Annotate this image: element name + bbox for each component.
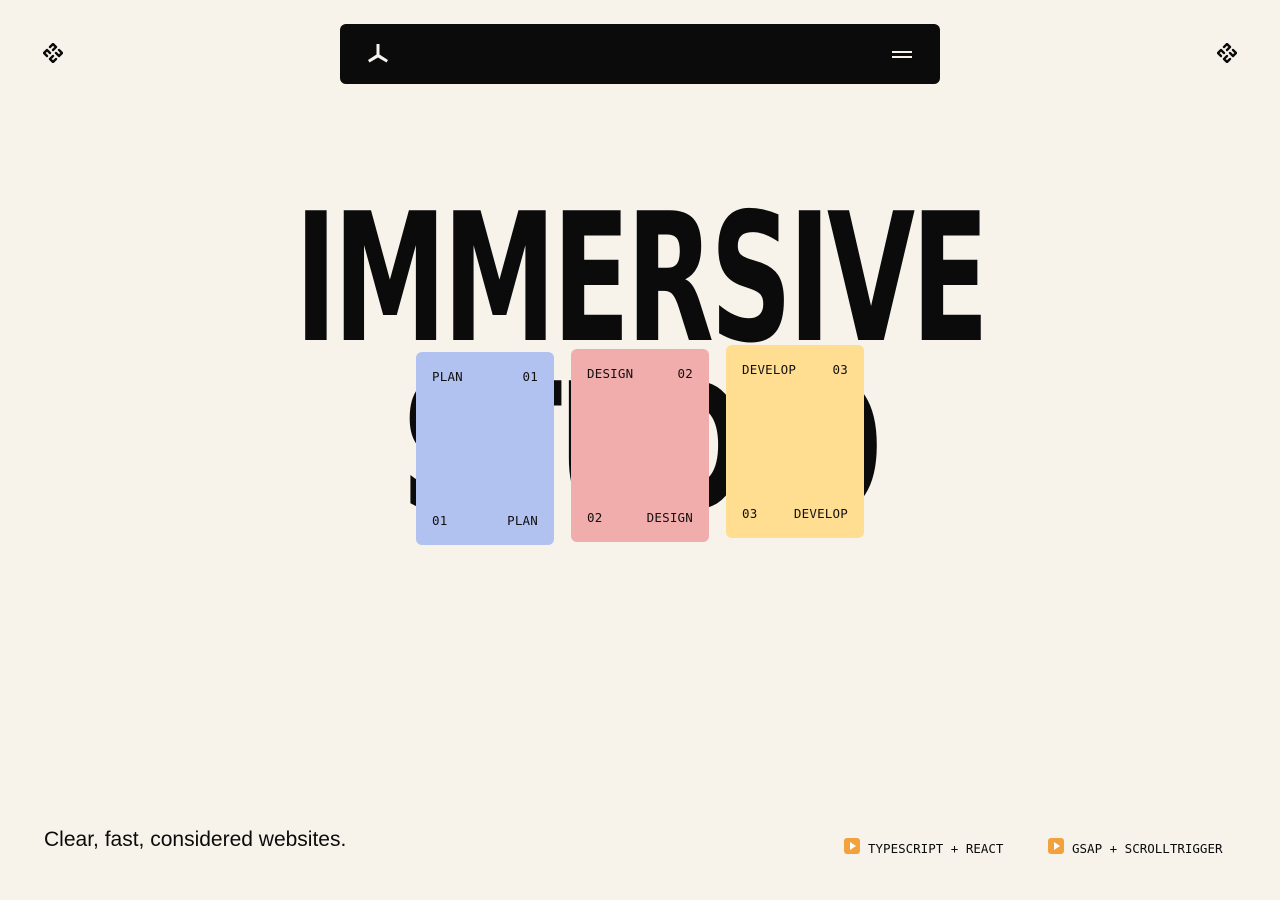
tech-label: TYPESCRIPT + REACT xyxy=(868,841,1004,856)
tech-label: GSAP + SCROLLTRIGGER xyxy=(1072,841,1223,856)
card-title: DESIGN xyxy=(646,510,693,525)
rotating-diamond-icon xyxy=(43,43,63,63)
card-title: DEVELOP xyxy=(793,506,848,521)
process-card-develop[interactable]: DEVELOP 03 03 DEVELOP xyxy=(726,345,864,538)
play-button-icon xyxy=(1048,838,1064,854)
play-button-icon xyxy=(844,838,860,854)
rotating-diamond-icon xyxy=(1217,43,1237,63)
card-number: 02 xyxy=(587,510,603,525)
card-title: DEVELOP xyxy=(742,362,797,377)
card-title: PLAN xyxy=(507,513,538,528)
card-title: PLAN xyxy=(432,369,463,384)
hero-headline-line1: IMMERSIVE xyxy=(294,175,989,382)
card-number: 03 xyxy=(832,362,848,377)
card-title: DESIGN xyxy=(587,366,634,381)
card-number: 03 xyxy=(742,506,758,521)
top-navbar xyxy=(340,24,940,84)
tech-item-gsap-scrolltrigger: GSAP + SCROLLTRIGGER xyxy=(1048,838,1223,856)
card-number: 01 xyxy=(522,369,538,384)
tri-blade-logo-icon[interactable] xyxy=(366,42,390,66)
card-number: 01 xyxy=(432,513,448,528)
tagline: Clear, fast, considered websites. xyxy=(44,828,347,851)
process-card-design[interactable]: DESIGN 02 02 DESIGN xyxy=(571,349,709,542)
process-card-plan[interactable]: PLAN 01 01 PLAN xyxy=(416,352,554,545)
card-number: 02 xyxy=(677,366,693,381)
tech-item-typescript-react: TYPESCRIPT + REACT xyxy=(844,838,1003,856)
hamburger-menu-icon[interactable] xyxy=(890,44,914,64)
